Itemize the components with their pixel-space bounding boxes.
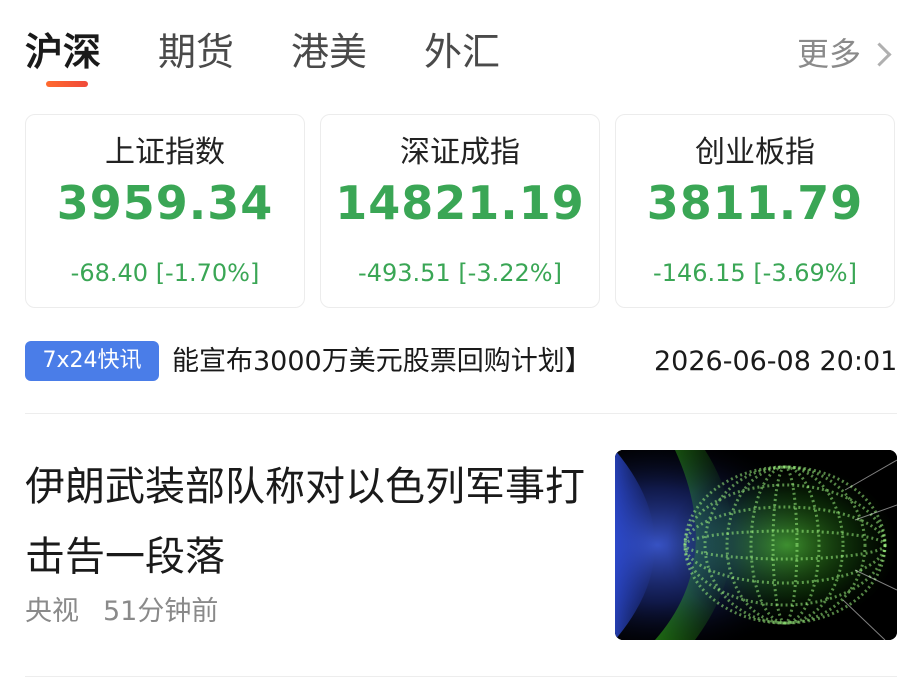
flash-news-badge[interactable]: 7x24快讯	[25, 341, 159, 381]
divider	[25, 676, 897, 677]
index-value: 3811.79	[646, 176, 864, 230]
market-tabs: 沪深 期货 港美 外汇 更多	[0, 0, 922, 100]
index-change-amount: -493.51	[358, 259, 451, 287]
tab-hk-us[interactable]: 港美	[291, 28, 367, 76]
index-change-amount: -146.15	[653, 259, 746, 287]
tab-forex[interactable]: 外汇	[424, 28, 500, 76]
active-tab-indicator	[46, 81, 88, 87]
news-meta: 央视 51分钟前	[25, 594, 218, 630]
index-value: 3959.34	[56, 176, 274, 230]
index-change-percent: [-1.70%]	[155, 259, 260, 287]
news-item[interactable]: 伊朗武装部队称对以色列军事打击告一段落 央视 51分钟前	[0, 414, 922, 676]
tab-futures[interactable]: 期货	[158, 28, 234, 76]
index-name: 上证指数	[105, 135, 225, 170]
tab-hushen[interactable]: 沪深	[25, 28, 101, 76]
market-page: 沪深 期货 港美 外汇 更多 上证指数 3959.34 -68.40 [-1.7…	[0, 0, 922, 680]
index-change: -493.51 [-3.22%]	[321, 257, 599, 289]
index-name: 深证成指	[400, 135, 520, 170]
index-value: 14821.19	[335, 176, 585, 230]
index-change-percent: [-3.22%]	[458, 259, 562, 287]
index-name: 创业板指	[695, 135, 815, 170]
news-source: 央视	[25, 596, 79, 627]
more-label: 更多	[796, 35, 861, 73]
flash-news-time: 2026-06-08 20:01	[654, 346, 898, 377]
index-card-shenzhen[interactable]: 深证成指 14821.19 -493.51 [-3.22%]	[320, 114, 600, 308]
index-card-shanghai[interactable]: 上证指数 3959.34 -68.40 [-1.70%]	[25, 114, 305, 308]
news-time: 51分钟前	[103, 596, 219, 627]
index-change-amount: -68.40	[70, 259, 149, 287]
binary-sphere-image	[615, 450, 897, 640]
news-title: 伊朗武装部队称对以色列军事打击告一段落	[25, 464, 585, 580]
news-thumbnail[interactable]	[615, 450, 897, 640]
index-change-percent: [-3.69%]	[753, 259, 857, 287]
chevron-right-icon	[867, 41, 892, 67]
index-change: -68.40 [-1.70%]	[26, 257, 304, 289]
more-button[interactable]: 更多	[797, 34, 892, 74]
index-card-chinext[interactable]: 创业板指 3811.79 -146.15 [-3.69%]	[615, 114, 895, 308]
flash-news-text[interactable]: 能宣布3000万美元股票回购计划】	[172, 344, 612, 384]
index-change: -146.15 [-3.69%]	[616, 257, 894, 289]
flash-news-ticker: 7x24快讯 能宣布3000万美元股票回购计划】 2026-06-08 20:0…	[0, 336, 922, 386]
